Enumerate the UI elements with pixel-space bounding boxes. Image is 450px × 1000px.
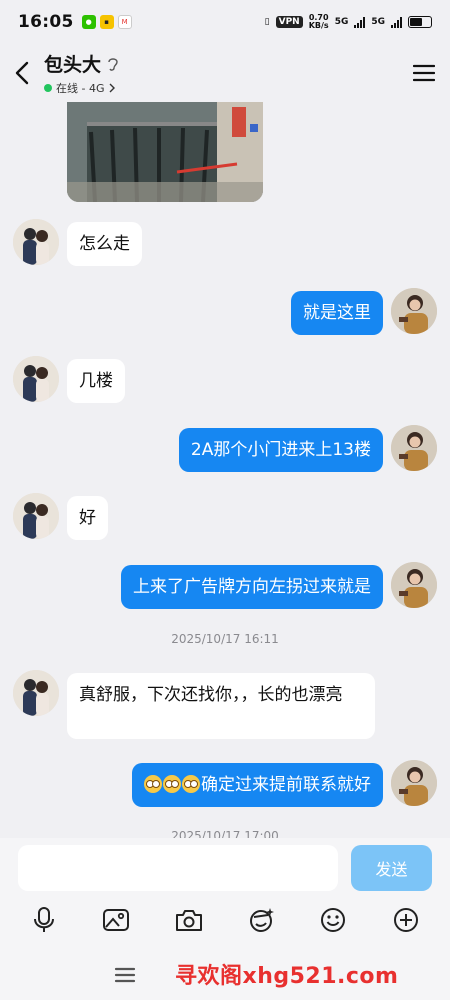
outgoing-message-bubble[interactable]: 2A那个小门进来上13楼 — [178, 428, 383, 472]
timestamp: 2025/10/17 16:11 — [171, 632, 279, 646]
couple-photo-avatar — [13, 670, 59, 716]
camera-icon — [175, 910, 202, 931]
emoji-button[interactable] — [314, 901, 352, 939]
timestamp: 2025/10/17 17:00 — [171, 829, 279, 838]
emoji-icon — [321, 908, 346, 932]
incoming-message-bubble[interactable]: 怎么走 — [67, 222, 142, 266]
image-message[interactable] — [67, 102, 263, 202]
contact-avatar[interactable] — [13, 219, 59, 265]
back-button[interactable] — [0, 44, 44, 102]
outgoing-message-bubble[interactable]: 确定过来提前联系就好 — [132, 763, 383, 807]
microphone-icon — [34, 907, 55, 932]
more-menu-button[interactable] — [398, 44, 450, 102]
pleading-face-emoji-icon — [144, 775, 162, 793]
contact-avatar[interactable] — [13, 356, 59, 402]
my-avatar[interactable] — [391, 288, 437, 334]
vpn-badge: VPN — [275, 16, 303, 28]
contact-avatar[interactable] — [13, 493, 59, 539]
message-list[interactable]: 怎么走 就是这里 几楼 2A那个小门进来上13楼 好 上来了广告牌方向左拐过来就… — [0, 102, 450, 838]
chevron-right-icon — [109, 83, 115, 93]
sticker-icon — [250, 908, 275, 932]
voice-button[interactable] — [25, 901, 63, 939]
mail-icon: M — [117, 15, 132, 29]
plus-icon — [393, 908, 418, 932]
input-toolbar — [0, 900, 450, 940]
contact-avatar[interactable] — [13, 670, 59, 716]
network-type-1: 5G — [334, 17, 349, 27]
woman-photo-avatar — [391, 288, 437, 334]
my-avatar[interactable] — [391, 760, 437, 806]
message-text: 确定过来提前联系就好 — [201, 775, 371, 795]
message-input[interactable] — [18, 845, 338, 891]
network-speed: 0.70 KB/s — [309, 14, 329, 30]
meituan-icon: ▪ — [99, 15, 114, 29]
woman-photo-avatar — [391, 760, 437, 806]
photo-button[interactable] — [97, 901, 135, 939]
signal-icon — [354, 16, 366, 28]
woman-photo-avatar — [391, 562, 437, 608]
nav-menu-icon[interactable] — [113, 964, 137, 986]
couple-photo-avatar — [13, 493, 59, 539]
status-indicators: ▯ VPN 0.70 KB/s 5G 5G — [265, 14, 432, 30]
input-bar: 发送 — [0, 838, 450, 950]
contact-info[interactable]: 包头大 在线 - 4G — [44, 50, 119, 96]
chat-header: 包头大 在线 - 4G — [0, 44, 450, 102]
online-status-dot — [44, 84, 52, 92]
status-time: 16:05 — [18, 12, 74, 32]
hamburger-menu-icon — [413, 64, 435, 82]
sticker-button[interactable] — [242, 901, 280, 939]
incoming-message-bubble[interactable]: 好 — [67, 496, 108, 540]
my-avatar[interactable] — [391, 425, 437, 471]
more-actions-button[interactable] — [387, 901, 425, 939]
system-nav-bar: 寻欢阁xhg521.com — [0, 950, 450, 1000]
signal-icon-2 — [391, 16, 402, 28]
watermark-text: 寻欢阁xhg521.com — [175, 964, 399, 989]
incoming-message-bubble[interactable]: 几楼 — [67, 359, 125, 403]
ear-icon — [108, 57, 118, 71]
pleading-face-emoji-icon — [182, 775, 200, 793]
couple-photo-avatar — [13, 219, 59, 265]
image-icon — [103, 909, 130, 931]
incoming-message-bubble[interactable]: 真舒服，下次还找你，，长的也漂亮 — [67, 673, 375, 739]
building-door-photo — [67, 102, 263, 202]
battery-icon — [408, 16, 432, 28]
chevron-left-icon — [15, 61, 29, 85]
status-bar: 16:05 ● ▪ M ▯ VPN 0.70 KB/s 5G 5G — [0, 0, 450, 44]
couple-photo-avatar — [13, 356, 59, 402]
presence-text: 在线 - 4G — [56, 82, 105, 95]
my-avatar[interactable] — [391, 562, 437, 608]
pleading-face-emoji-icon — [163, 775, 181, 793]
vibrate-icon: ▯ — [264, 17, 270, 27]
send-button[interactable]: 发送 — [351, 845, 432, 891]
outgoing-message-bubble[interactable]: 上来了广告牌方向左拐过来就是 — [121, 565, 383, 609]
outgoing-message-bubble[interactable]: 就是这里 — [291, 291, 383, 335]
contact-name: 包头大 — [44, 54, 102, 76]
network-type-2: 5G — [371, 17, 385, 27]
camera-button[interactable] — [170, 901, 208, 939]
speed-unit: KB/s — [308, 21, 329, 30]
wechat-icon: ● — [81, 15, 96, 29]
woman-photo-avatar — [391, 425, 437, 471]
notification-icons: ● ▪ M — [81, 15, 132, 29]
